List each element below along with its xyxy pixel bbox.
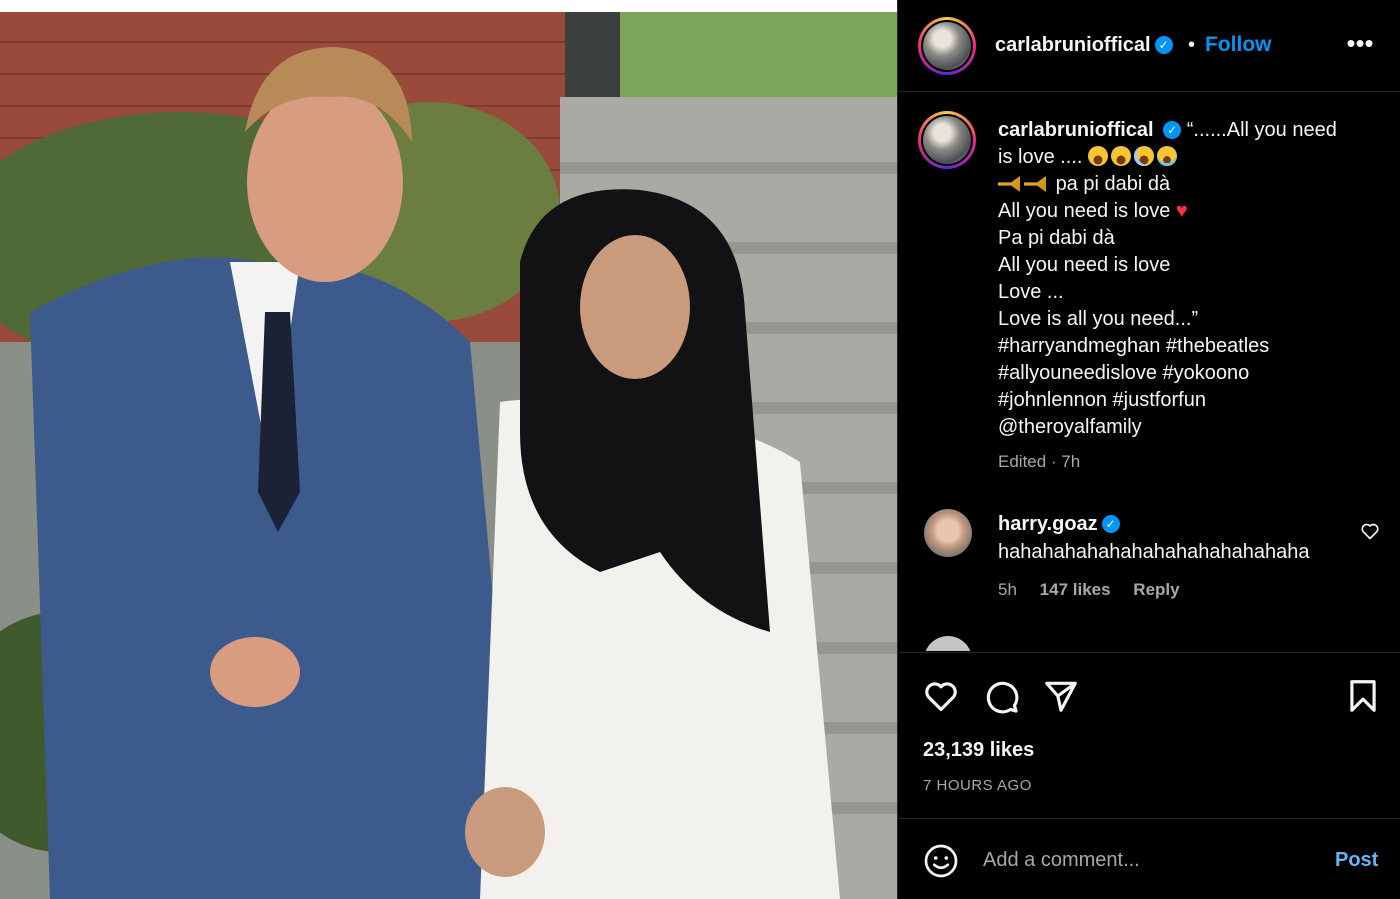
- post-header: carlabrunioffical ✓ • Follow •••: [898, 0, 1400, 92]
- post-photo: [0, 12, 897, 899]
- comment-likes[interactable]: 147 likes: [1040, 580, 1111, 599]
- caption-line-4: All you need is love: [998, 200, 1171, 222]
- add-comment-bar: Post: [898, 818, 1400, 899]
- comment-time: 5h: [998, 580, 1017, 599]
- verified-badge-icon: ✓: [1154, 36, 1173, 54]
- caption-line-8: Love is all you need...”: [998, 308, 1199, 330]
- grinning-face-emoji-icon: [1088, 146, 1109, 166]
- caption-line-1: “......All you need: [1186, 119, 1337, 141]
- caption-line-2: is love ....: [998, 146, 1083, 168]
- comment-meta: 5h 147 likes Reply: [998, 580, 1198, 600]
- heart-icon[interactable]: [922, 677, 960, 715]
- next-commenter-avatar[interactable]: [924, 636, 972, 651]
- caption-line-6: All you need is love: [998, 254, 1171, 276]
- emoji-picker-icon[interactable]: [923, 843, 959, 879]
- comment-input[interactable]: [983, 845, 1313, 875]
- share-icon[interactable]: [1042, 677, 1080, 715]
- caption-hashtags-1[interactable]: #harryandmeghan #thebeatles: [998, 333, 1368, 360]
- squinting-face-emoji-icon: [1111, 146, 1132, 166]
- caption-hashtags-2[interactable]: #allyouneedislove #yokoono: [998, 360, 1368, 387]
- comment-reply-button[interactable]: Reply: [1133, 580, 1179, 599]
- caption-line-5: Pa pi dabi dà: [998, 227, 1115, 249]
- tears-of-joy-emoji-icon: [1157, 146, 1178, 166]
- more-options-icon[interactable]: •••: [1342, 28, 1378, 64]
- sweat-smile-emoji-icon: [1134, 146, 1155, 166]
- comment-icon[interactable]: [982, 677, 1020, 715]
- post-actions: 23,139 likes 7 HOURS AGO: [898, 652, 1400, 818]
- red-heart-emoji-icon: ♥: [1175, 200, 1188, 222]
- trumpet-emoji-icon: [1024, 176, 1046, 192]
- commenter-username[interactable]: harry.goaz ✓: [998, 513, 1120, 536]
- caption-edited-time: Edited · 7h: [998, 452, 1081, 471]
- comment-text: hahahahahahahahahahahahahaha: [998, 541, 1310, 563]
- post-comment-button[interactable]: Post: [1335, 849, 1378, 872]
- bookmark-icon[interactable]: [1344, 677, 1382, 715]
- comment-like-heart-icon[interactable]: [1360, 521, 1380, 541]
- likes-count[interactable]: 23,139 likes: [923, 739, 1034, 762]
- follow-button[interactable]: Follow: [1205, 33, 1272, 57]
- caption-author-avatar[interactable]: [918, 111, 976, 169]
- caption-username[interactable]: carlabrunioffical: [998, 119, 1154, 141]
- comments-scroll-area[interactable]: carlabrunioffical ✓ “......All you need …: [898, 93, 1400, 651]
- author-username[interactable]: carlabrunioffical ✓: [995, 34, 1173, 57]
- verified-badge-icon: ✓: [1163, 121, 1182, 139]
- separator-dot: •: [1188, 34, 1196, 56]
- top-white-strip: [0, 0, 897, 12]
- caption-line-3: pa pi dabi dà: [1055, 173, 1171, 195]
- post-caption: carlabrunioffical ✓ “......All you need …: [998, 117, 1368, 441]
- caption-mention[interactable]: @theroyalfamily: [998, 414, 1368, 441]
- post-time-ago: 7 HOURS AGO: [923, 777, 1032, 794]
- caption-line-7: Love ...: [998, 281, 1064, 303]
- post-side-panel: carlabrunioffical ✓ • Follow ••• carlabru…: [897, 0, 1400, 899]
- commenter-avatar[interactable]: [924, 509, 972, 557]
- caption-hashtags-3[interactable]: #johnlennon #justforfun: [998, 387, 1368, 414]
- author-avatar[interactable]: [918, 17, 976, 75]
- verified-badge-icon: ✓: [1101, 515, 1120, 533]
- trumpet-emoji-icon: [998, 176, 1020, 192]
